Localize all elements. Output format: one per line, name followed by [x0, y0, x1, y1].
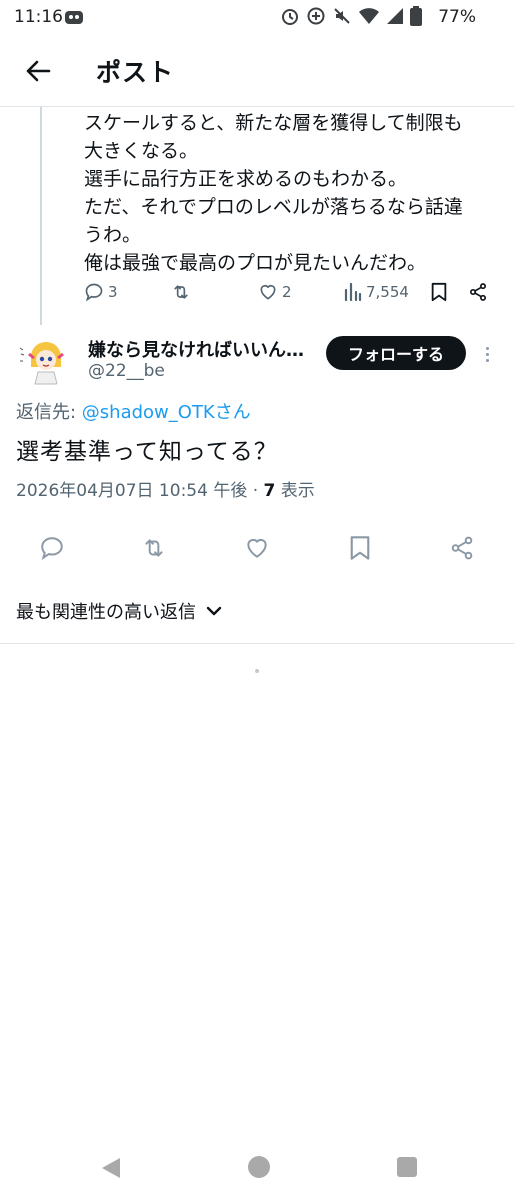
bar-chart-icon [344, 282, 362, 302]
wifi-icon [359, 8, 379, 24]
loading-indicator [255, 669, 259, 673]
parent-retweet-button[interactable] [170, 278, 192, 306]
follow-button[interactable]: フォローする [326, 336, 466, 370]
replies-sort-label: 最も関連性の高い返信 [16, 602, 196, 623]
parent-like-button[interactable]: 2 [258, 278, 292, 306]
arrow-left-icon [26, 60, 51, 82]
user-handle[interactable]: @22__be [88, 361, 165, 381]
bookmark-icon [431, 282, 447, 302]
parent-like-count: 2 [282, 283, 292, 301]
bookmark-icon [350, 536, 370, 560]
page-title: ポスト [96, 58, 175, 87]
parent-tweet-text: スケールすると、新たな層を獲得して制限も 大きくなる。 選手に品行方正を求めるの… [84, 112, 463, 274]
reply-to-line: 返信先: @shadow_OTKさん [16, 398, 251, 424]
tweet-views-label: 表示 [275, 481, 315, 501]
data-saver-icon [307, 7, 325, 25]
battery-percent: 77% [438, 7, 476, 27]
more-vertical-icon [485, 346, 489, 350]
section-divider [0, 643, 514, 644]
parent-share-button[interactable] [468, 278, 488, 306]
app-notification-icon [65, 11, 83, 24]
mute-icon [334, 8, 350, 24]
tweet-meta: 2026年04月07日 10:54 午後 · 7 表示 [16, 476, 315, 501]
chevron-down-icon [206, 606, 222, 616]
reply-button[interactable] [38, 534, 66, 562]
nav-home-icon[interactable] [248, 1156, 270, 1178]
comment-icon [85, 283, 103, 302]
share-icon [470, 283, 486, 301]
header-divider [0, 106, 514, 107]
parent-tweet-actions: 3 2 7,554 [84, 278, 498, 308]
retweet-icon [145, 539, 163, 557]
retweet-icon [174, 285, 188, 299]
reply-to-mention[interactable]: @shadow_OTKさん [82, 402, 251, 423]
share-button[interactable] [448, 534, 476, 562]
nav-recents-icon[interactable] [397, 1157, 417, 1177]
avatar[interactable] [16, 334, 70, 388]
status-icons [280, 6, 422, 26]
battery-icon [410, 6, 422, 26]
more-dot [485, 358, 489, 362]
alarm-icon [282, 9, 298, 25]
parent-bookmark-button[interactable] [430, 278, 448, 306]
more-options-button[interactable] [478, 341, 496, 367]
thread-line [40, 107, 42, 325]
tweet-actions [0, 528, 514, 568]
replies-sort-dropdown[interactable]: 最も関連性の高い返信 [16, 598, 222, 624]
parent-reply-count: 3 [108, 283, 118, 301]
retweet-button[interactable] [140, 534, 168, 562]
display-name[interactable]: 嫌なら見なければいいんだよ [88, 336, 318, 362]
top-header: ポスト [0, 36, 514, 106]
cell-signal-icon [387, 8, 403, 24]
parent-views-button[interactable]: 7,554 [344, 278, 409, 306]
heart-icon [260, 284, 276, 300]
tweet-timestamp: 2026年04月07日 10:54 午後 · [16, 481, 264, 501]
reply-to-prefix: 返信先: [16, 402, 82, 423]
status-bar: 11:16 77% [0, 0, 514, 36]
comment-icon [41, 537, 63, 561]
heart-icon [247, 538, 267, 558]
more-dot [485, 352, 489, 356]
avatar-illustration [16, 334, 70, 388]
tweet-text: 選考基準って知ってる？ [16, 439, 278, 465]
status-time: 11:16 [14, 7, 63, 27]
bookmark-button[interactable] [346, 534, 374, 562]
parent-reply-button[interactable]: 3 [84, 278, 118, 306]
share-icon [451, 536, 473, 560]
nav-back-icon[interactable] [100, 1156, 122, 1180]
system-nav-bar [0, 1136, 514, 1199]
tweet-views-count[interactable]: 7 [264, 481, 276, 501]
like-button[interactable] [243, 534, 271, 562]
parent-view-count: 7,554 [366, 283, 409, 301]
back-button[interactable] [20, 53, 56, 89]
